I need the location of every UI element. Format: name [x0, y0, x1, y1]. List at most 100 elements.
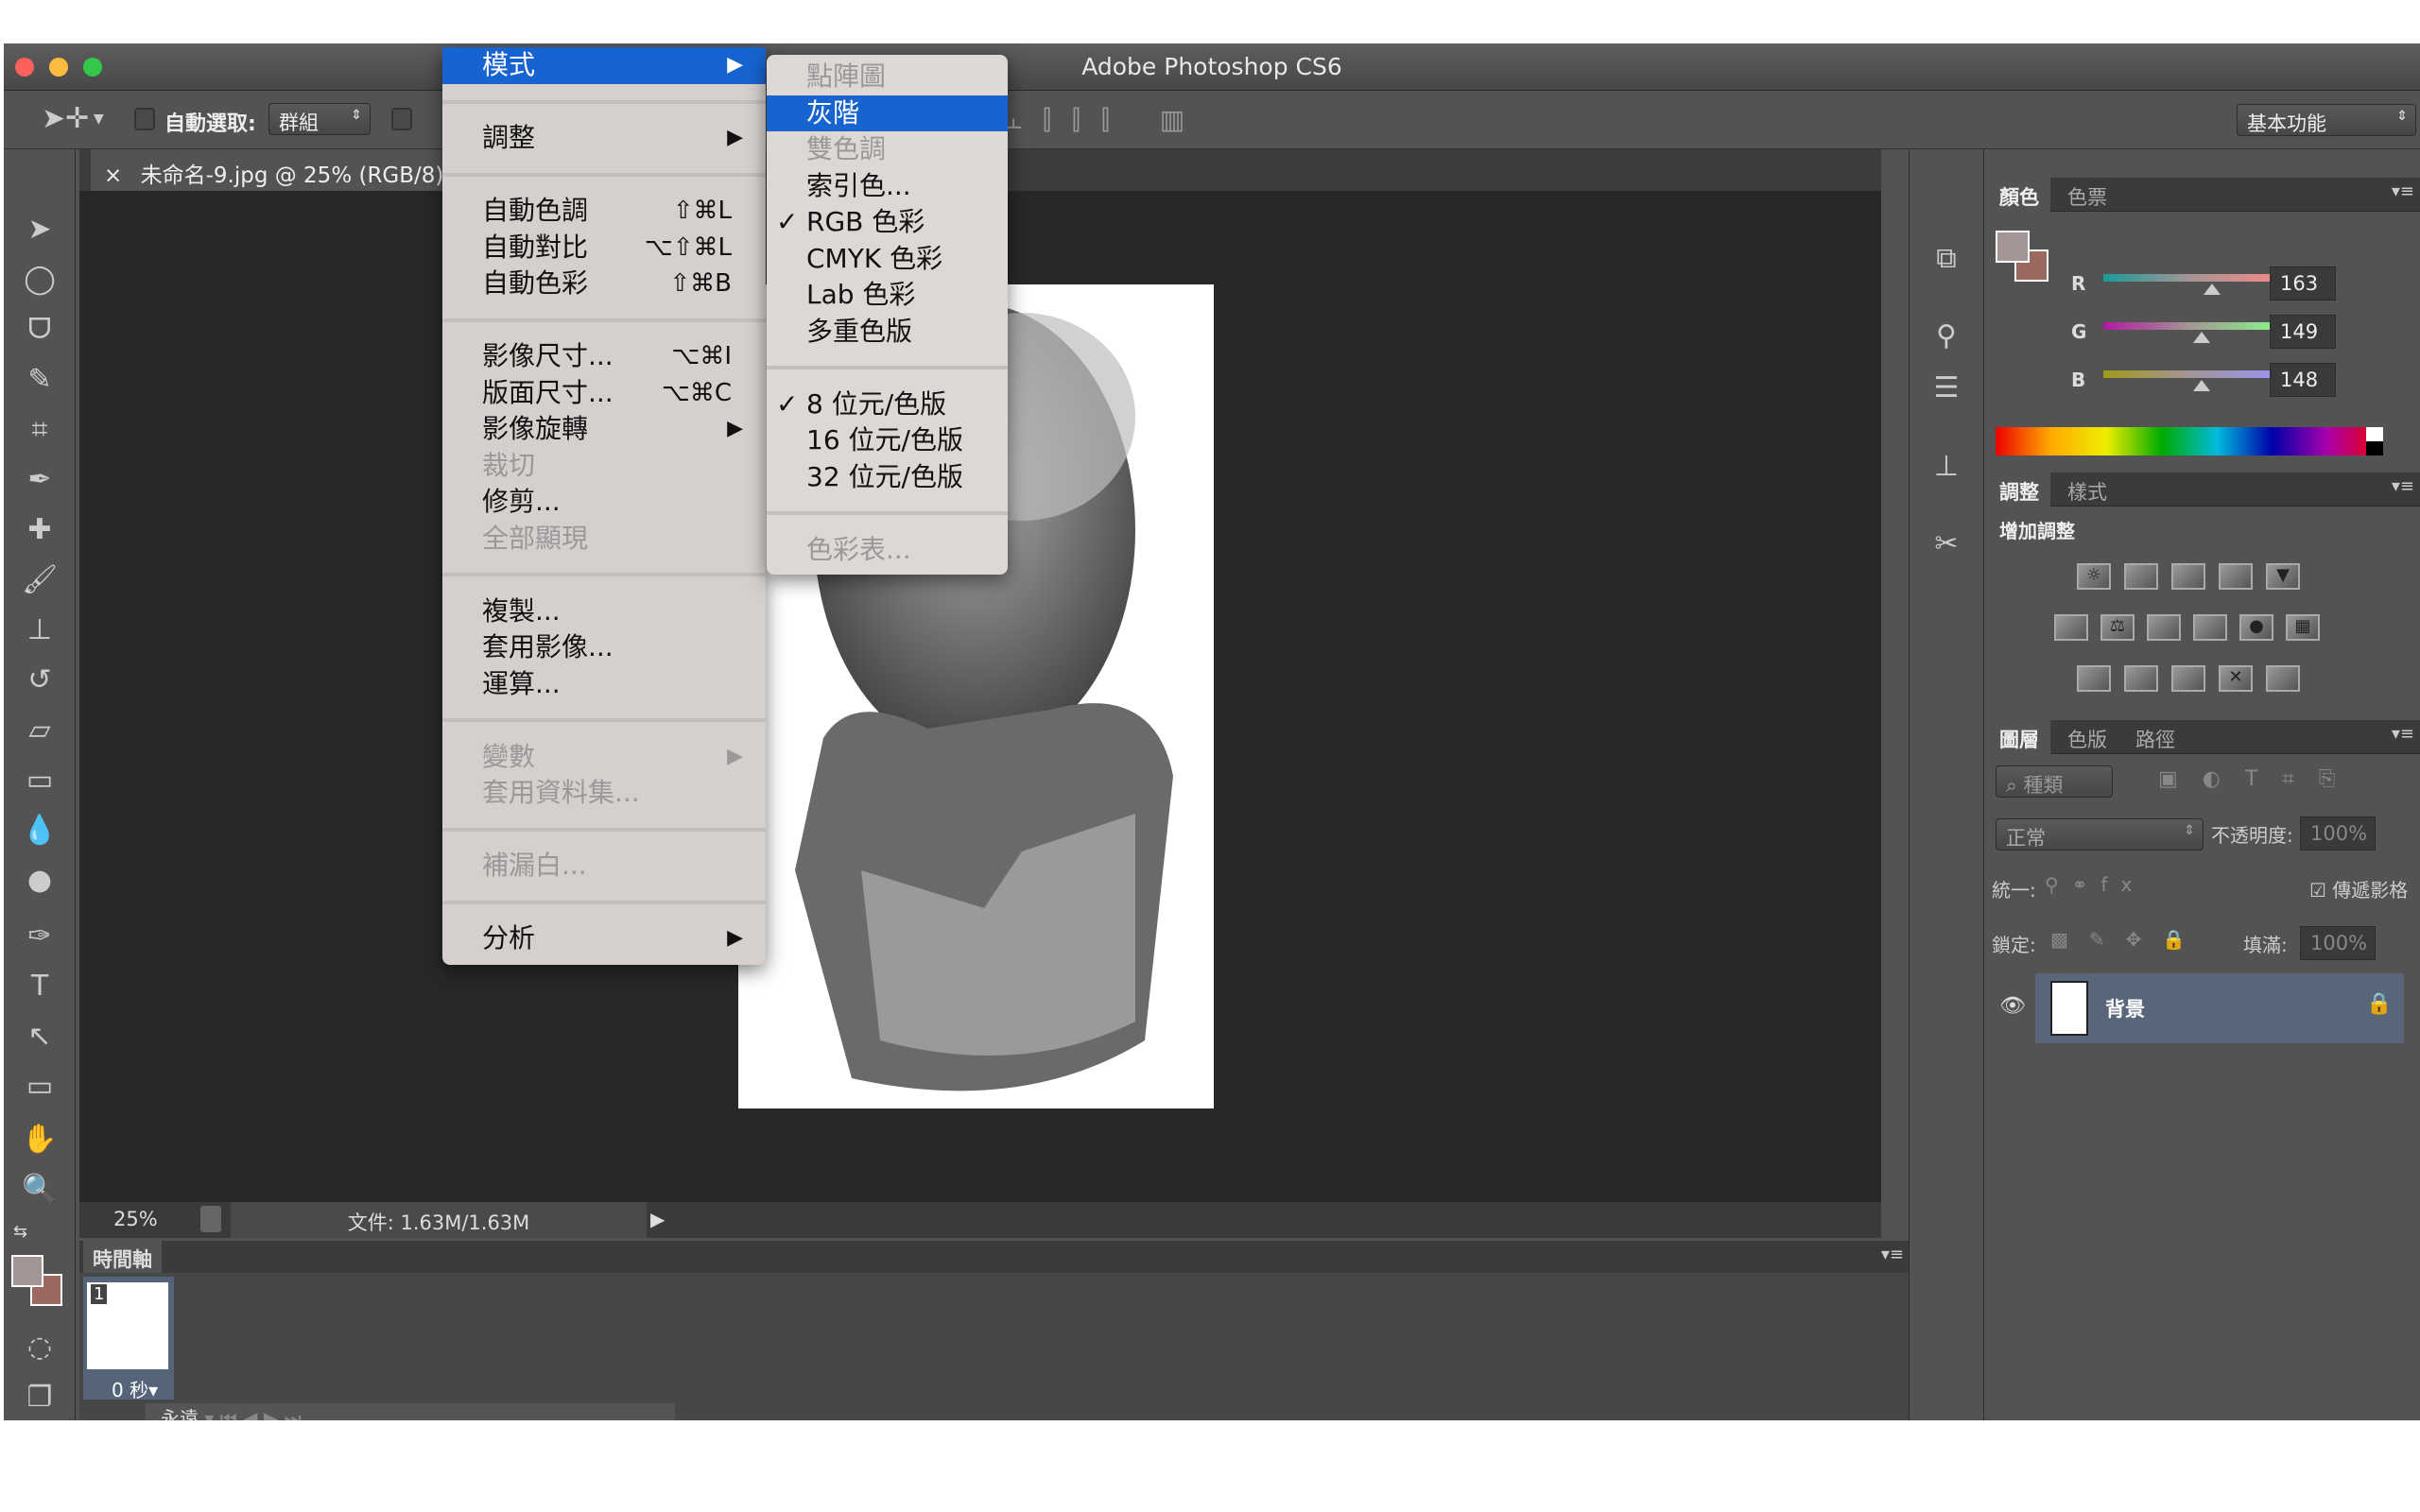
color-foreground-swatch[interactable] [1996, 231, 2030, 263]
curves-icon[interactable] [2171, 563, 2205, 590]
zoom-tool-icon[interactable]: 🔍 [11, 1168, 68, 1211]
dodge-tool-icon[interactable]: ● [11, 859, 68, 902]
hand-tool-icon[interactable]: ✋ [11, 1118, 68, 1161]
color-balance-icon[interactable]: ⚖ [2100, 614, 2135, 641]
path-selection-tool-icon[interactable]: ↖ [11, 1015, 68, 1058]
tab-adjustments[interactable]: 調整 [1988, 472, 2050, 507]
menu-item[interactable]: ✓ 8 位元/色版 [767, 387, 1008, 423]
tab-styles[interactable]: 樣式 [2056, 472, 2118, 507]
zoom-level[interactable]: 25% [113, 1208, 158, 1230]
menu-item[interactable]: 影像尺寸... ⌥⌘I [442, 338, 766, 375]
menu-item[interactable]: 32 位元/色版 [767, 459, 1008, 496]
crop-tool-icon[interactable]: ⌗ [11, 408, 68, 452]
tab-color[interactable]: 顏色 [1988, 178, 2050, 212]
levels-icon[interactable] [2124, 563, 2158, 590]
eyedropper-tool-icon[interactable]: ✒ [11, 458, 68, 502]
loop-dropdown[interactable]: 永遠 [161, 1407, 199, 1420]
brush-presets-icon[interactable]: ⊥ [1925, 450, 1968, 493]
menu-item[interactable]: 16 位元/色版 [767, 422, 1008, 459]
layer-row-background[interactable]: 👁 背景 🔒 [1988, 971, 2404, 1045]
layer-filter-icons[interactable]: ▣◐T⌗⎘ [2158, 767, 2360, 791]
auto-select-checkbox[interactable] [134, 108, 155, 130]
type-tool-icon[interactable]: T [11, 965, 68, 1008]
vibrance-icon[interactable]: ▼ [2266, 563, 2300, 590]
menu-item[interactable]: 自動色彩 ⇧⌘B [442, 266, 766, 302]
opacity-field[interactable]: 100% [2300, 816, 2376, 850]
photo-filter-icon[interactable] [2193, 614, 2227, 641]
menu-item[interactable]: 運算... [442, 666, 766, 703]
blur-tool-icon[interactable]: 💧 [11, 809, 68, 852]
tab-channels[interactable]: 色版 [2056, 720, 2118, 754]
menu-item[interactable]: 分析 ▶ [442, 920, 766, 957]
channel-slider[interactable] [2103, 370, 2273, 378]
color-lookup-icon[interactable]: ▦ [2286, 614, 2320, 641]
lock-icons[interactable]: ▩✎✥🔒 [2050, 928, 2206, 951]
channel-value-field[interactable]: 148 [2270, 363, 2336, 397]
menu-item[interactable]: 影像旋轉 ▶ [442, 411, 766, 448]
animation-frame[interactable]: 1 0 秒▾ [83, 1277, 174, 1402]
menu-item[interactable]: 複製... [442, 593, 766, 630]
panel-menu-icon[interactable]: ▾≡ [2392, 181, 2414, 201]
unify-icons[interactable]: ⚲⚭fx [2045, 873, 2145, 896]
slider-thumb[interactable] [2193, 332, 2211, 343]
menu-item[interactable]: Lab 色彩 [767, 277, 1008, 314]
history-brush-tool-icon[interactable]: ↺ [11, 659, 68, 702]
invert-icon[interactable] [2077, 665, 2111, 692]
menu-item[interactable]: 模式 ▶ [442, 47, 766, 84]
lasso-tool-icon[interactable]: ᗜ [11, 308, 68, 352]
foreground-color-swatch[interactable] [11, 1255, 43, 1287]
menu-item[interactable]: 多重色版 [767, 314, 1008, 351]
pen-tool-icon[interactable]: ✑ [11, 915, 68, 958]
brightness-contrast-icon[interactable]: ☼ [2077, 563, 2111, 590]
proof-icon[interactable] [200, 1206, 221, 1232]
menu-item[interactable]: 自動對比 ⌥⇧⌘L [442, 230, 766, 266]
channel-value-field[interactable]: 149 [2270, 315, 2336, 349]
screen-mode-icon[interactable]: ❐ [11, 1376, 68, 1419]
clone-source-icon[interactable]: ⚲ [1925, 319, 1968, 363]
elliptical-marquee-tool-icon[interactable]: ◯ [11, 258, 68, 301]
fill-field[interactable]: 100% [2300, 926, 2376, 960]
timeline-tab[interactable]: 時間軸 [83, 1241, 162, 1273]
quick-selection-tool-icon[interactable]: ✎ [11, 358, 68, 402]
auto-select-dropdown[interactable]: 群組 ⇕ [268, 103, 371, 135]
eraser-tool-icon[interactable]: ▱ [11, 709, 68, 752]
gradient-tool-icon[interactable]: ▭ [11, 759, 68, 802]
threshold-icon[interactable] [2171, 665, 2205, 692]
channel-slider[interactable] [2103, 322, 2273, 330]
channel-value-field[interactable]: 163 [2270, 266, 2336, 301]
frame-delay[interactable]: 0 秒▾ [112, 1375, 158, 1402]
menu-item[interactable]: 補漏白... [442, 848, 766, 885]
channel-slider[interactable] [2103, 274, 2273, 282]
menu-item[interactable]: 點陣圖 [767, 59, 1008, 95]
layer-filter-dropdown[interactable]: ⌕ 種類 [1996, 765, 2113, 798]
panel-menu-icon[interactable]: ▾≡ [1881, 1245, 1904, 1264]
panel-menu-icon[interactable]: ▾≡ [2392, 724, 2414, 744]
show-transform-checkbox[interactable] [391, 108, 412, 130]
slider-thumb[interactable] [2193, 380, 2211, 391]
menu-item[interactable]: 灰階 [767, 94, 1008, 131]
posterize-icon[interactable] [2124, 665, 2158, 692]
move-tool-icon[interactable]: ➤ [11, 208, 68, 251]
menu-item[interactable]: ✓ RGB 色彩 [767, 204, 1008, 241]
quick-mask-icon[interactable]: ◌ [11, 1326, 68, 1369]
tab-layers[interactable]: 圖層 [1988, 720, 2050, 754]
healing-brush-tool-icon[interactable]: ✚ [11, 508, 68, 552]
chevron-down-icon[interactable]: ▼ [94, 112, 104, 127]
menu-item[interactable]: 版面尺寸... ⌥⌘C [442, 375, 766, 412]
menu-item[interactable]: CMYK 色彩 [767, 241, 1008, 278]
color-spectrum-bar[interactable] [1996, 427, 2383, 455]
rectangle-tool-icon[interactable]: ▭ [11, 1065, 68, 1108]
menu-item[interactable]: 色彩表... [767, 532, 1008, 569]
document-tab[interactable]: × 未命名-9.jpg @ 25% (RGB/8) [91, 149, 469, 191]
menu-item[interactable]: 變數 ▶ [442, 739, 766, 776]
menu-item[interactable]: 套用資料集... [442, 775, 766, 812]
swap-colors-icon[interactable]: ⇆ [13, 1222, 27, 1242]
clone-stamp-tool-icon[interactable]: ⊥ [11, 609, 68, 652]
menu-item[interactable]: 雙色調 [767, 131, 1008, 168]
menu-item[interactable]: 索引色... [767, 168, 1008, 205]
selective-color-icon[interactable]: ✕ [2219, 665, 2253, 692]
channel-mixer-icon[interactable]: ● [2239, 614, 2273, 641]
slider-thumb[interactable] [2204, 284, 2221, 295]
gradient-map-icon[interactable] [2266, 665, 2300, 692]
tab-paths[interactable]: 路徑 [2124, 720, 2187, 754]
